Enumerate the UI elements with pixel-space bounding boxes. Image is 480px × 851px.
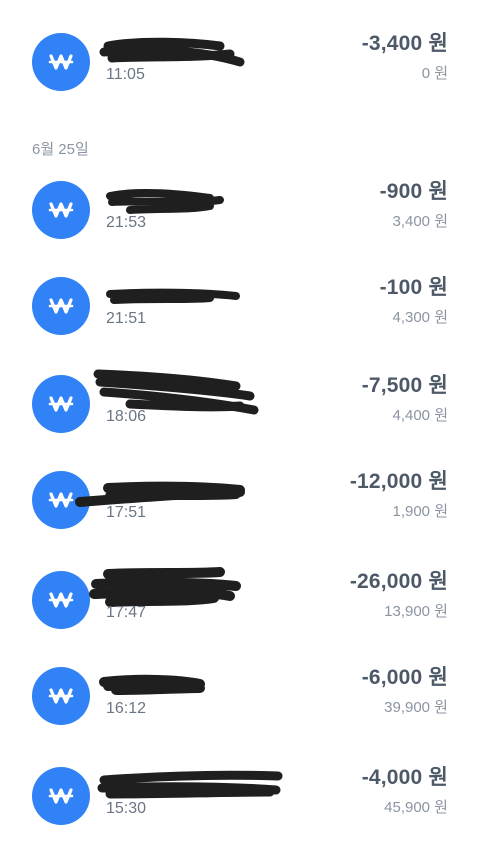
transaction-time: 16:12 bbox=[106, 700, 147, 717]
transaction-amount: -26,000 원 bbox=[349, 570, 448, 593]
balance-after: 39,900 원 bbox=[384, 699, 448, 716]
transaction-time: 17:51 bbox=[106, 504, 147, 521]
transaction-amount: -4,000 원 bbox=[361, 766, 448, 789]
transaction-row[interactable]: 17:51 -12,000 원 1,900 원 bbox=[0, 460, 480, 540]
date-header: 6월 25일 bbox=[32, 141, 89, 158]
transaction-row[interactable]: 18:06 -7,500 원 4,400 원 bbox=[0, 364, 480, 444]
balance-after: 45,900 원 bbox=[384, 799, 448, 816]
transaction-amount: -3,400 원 bbox=[361, 32, 448, 55]
transaction-time: 17:47 bbox=[106, 604, 147, 621]
balance-after: 4,300 원 bbox=[392, 309, 448, 326]
transaction-time: 21:53 bbox=[106, 214, 147, 231]
transaction-row[interactable]: 21:53 -900 원 3,400 원 bbox=[0, 170, 480, 250]
transaction-amount: -6,000 원 bbox=[361, 666, 448, 689]
balance-after: 13,900 원 bbox=[384, 603, 448, 620]
transaction-time: 21:51 bbox=[106, 310, 147, 327]
transaction-row[interactable]: 17:47 -26,000 원 13,900 원 bbox=[0, 560, 480, 640]
transaction-time: 11:05 bbox=[106, 66, 145, 83]
balance-after: 3,400 원 bbox=[392, 213, 448, 230]
balance-after: 4,400 원 bbox=[392, 407, 448, 424]
transaction-time: 15:30 bbox=[106, 800, 147, 817]
transaction-row[interactable]: 21:51 -100 원 4,300 원 bbox=[0, 266, 480, 346]
transaction-row[interactable]: 15:30 -4,000 원 45,900 원 bbox=[0, 756, 480, 836]
balance-after: 1,900 원 bbox=[392, 503, 448, 520]
balance-after: 0 원 bbox=[421, 65, 448, 82]
transaction-amount: -7,500 원 bbox=[361, 374, 448, 397]
transaction-row[interactable]: 16:12 -6,000 원 39,900 원 bbox=[0, 656, 480, 736]
transaction-amount: -100 원 bbox=[379, 276, 448, 299]
transaction-row[interactable]: 11:05 -3,400 원 0 원 bbox=[0, 22, 480, 102]
transaction-amount: -900 원 bbox=[379, 180, 448, 203]
transaction-time: 18:06 bbox=[106, 408, 147, 425]
transaction-amount: -12,000 원 bbox=[349, 470, 448, 493]
